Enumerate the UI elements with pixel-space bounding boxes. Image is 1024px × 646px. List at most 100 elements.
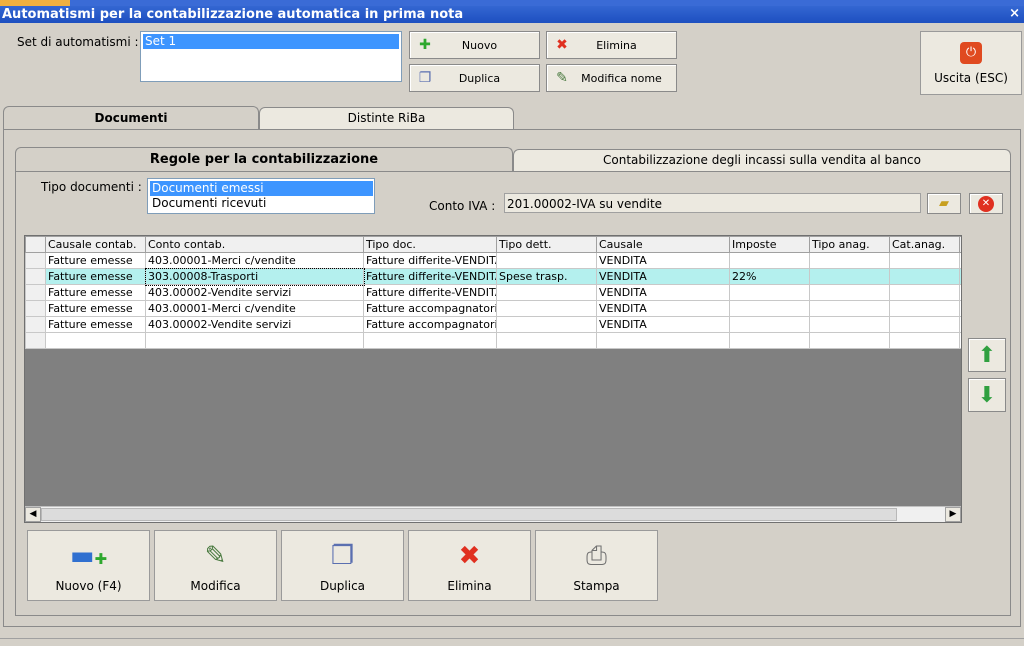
- table-cell[interactable]: [496, 316, 597, 333]
- column-header[interactable]: Tipo anag.: [809, 236, 890, 253]
- table-cell[interactable]: [889, 332, 960, 349]
- column-header[interactable]: Tipo doc.: [363, 236, 497, 253]
- tab-documenti[interactable]: Documenti: [3, 106, 259, 130]
- table-cell[interactable]: [809, 300, 890, 317]
- table-cell[interactable]: 403.00002-Vendite servizi: [145, 284, 364, 301]
- column-header[interactable]: Conto contab.: [145, 236, 364, 253]
- table-cell[interactable]: [729, 332, 810, 349]
- table-cell[interactable]: [145, 332, 364, 349]
- table-cell[interactable]: VENDITA: [596, 284, 730, 301]
- table-cell[interactable]: [889, 316, 960, 333]
- row-indicator[interactable]: [25, 300, 46, 317]
- table-cell[interactable]: VENDITA: [596, 316, 730, 333]
- table-cell[interactable]: [809, 252, 890, 269]
- tab-distinte-riba[interactable]: Distinte RiBa: [259, 107, 514, 129]
- set-listbox[interactable]: Set 1: [140, 31, 402, 82]
- column-header[interactable]: Cat.anag.: [889, 236, 960, 253]
- nuovo-button[interactable]: ▬✚ Nuovo (F4): [27, 530, 150, 601]
- table-cell[interactable]: Fatture differite-VENDITA: [363, 284, 497, 301]
- table-cell[interactable]: 403.00001-Merci c/vendite: [145, 252, 364, 269]
- table-row[interactable]: Fatture emesse 303.00008-Trasporti Fatture…: [25, 267, 961, 286]
- table-cell[interactable]: VENDITA: [596, 252, 730, 269]
- table-cell[interactable]: [363, 332, 497, 349]
- table-cell[interactable]: 403.00001-Merci c/vendite: [145, 300, 364, 317]
- tipo-documenti-item-ricevuti[interactable]: Documenti ricevuti: [148, 196, 374, 211]
- table-cell[interactable]: Fatture accompagnatori...: [363, 300, 497, 317]
- table-cell[interactable]: 303.00008-Trasporti: [144, 267, 365, 286]
- table-row[interactable]: Fatture emesse 403.00002-Vendite servizi F…: [25, 316, 961, 333]
- table-cell[interactable]: [496, 300, 597, 317]
- table-cell[interactable]: VENDITA: [596, 300, 730, 317]
- elimina-set-button[interactable]: ✖ Elimina: [546, 31, 677, 59]
- table-cell[interactable]: Spese trasp.: [496, 268, 597, 285]
- table-cell[interactable]: [959, 252, 961, 269]
- nuovo-set-button[interactable]: ✚ Nuovo: [409, 31, 540, 59]
- duplica-set-button[interactable]: ❐ Duplica: [409, 64, 540, 92]
- table-cell[interactable]: [809, 316, 890, 333]
- table-cell[interactable]: [959, 284, 961, 301]
- modifica-button[interactable]: ✎ Modifica: [154, 530, 277, 601]
- table-cell[interactable]: [809, 284, 890, 301]
- table-cell[interactable]: [959, 316, 961, 333]
- column-header[interactable]: I: [959, 236, 961, 253]
- table-cell[interactable]: [959, 268, 961, 285]
- move-down-icon[interactable]: ⬇: [968, 378, 1006, 412]
- row-indicator[interactable]: [25, 268, 46, 285]
- tab-regole[interactable]: Regole per la contabilizzazione: [15, 147, 513, 172]
- table-cell[interactable]: [959, 332, 961, 349]
- clear-conto-iva-button[interactable]: ✕: [969, 193, 1003, 214]
- table-cell[interactable]: Fatture differite-VENDITA: [363, 268, 497, 285]
- table-cell[interactable]: [889, 268, 960, 285]
- tab-contabilizzazione-incassi[interactable]: Contabilizzazione degli incassi sulla ve…: [513, 149, 1011, 171]
- table-cell[interactable]: Fatture emesse: [45, 252, 146, 269]
- row-indicator[interactable]: [25, 316, 46, 333]
- table-cell[interactable]: [729, 252, 810, 269]
- elimina-button[interactable]: ✖ Elimina: [408, 530, 531, 601]
- folder-icon[interactable]: ▰: [927, 193, 961, 214]
- table-cell[interactable]: VENDITA: [596, 268, 730, 285]
- table-cell[interactable]: [496, 284, 597, 301]
- table-cell[interactable]: [45, 332, 146, 349]
- column-header[interactable]: Tipo dett.: [496, 236, 597, 253]
- table-cell[interactable]: [809, 268, 890, 285]
- move-up-icon[interactable]: ⬆: [968, 338, 1006, 372]
- table-cell[interactable]: [889, 300, 960, 317]
- column-header[interactable]: Causale contab.: [45, 236, 146, 253]
- table-cell[interactable]: [496, 332, 597, 349]
- table-row[interactable]: Fatture emesse 403.00001-Merci c/vendite F…: [25, 300, 961, 317]
- table-cell[interactable]: [729, 316, 810, 333]
- empty-row[interactable]: [25, 332, 961, 349]
- table-cell[interactable]: [809, 332, 890, 349]
- table-cell[interactable]: [889, 284, 960, 301]
- table-cell[interactable]: [25, 332, 46, 349]
- scroll-left-icon[interactable]: ◀: [25, 507, 41, 522]
- close-icon[interactable]: ×: [1009, 6, 1020, 21]
- exit-button[interactable]: ⏻ Uscita (ESC): [920, 31, 1022, 95]
- table-row[interactable]: Fatture emesse 403.00002-Vendite servizi F…: [25, 284, 961, 301]
- table-cell[interactable]: [496, 252, 597, 269]
- column-header[interactable]: Imposte: [729, 236, 810, 253]
- row-indicator[interactable]: [25, 252, 46, 269]
- table-cell[interactable]: Fatture emesse: [45, 268, 146, 285]
- stampa-button[interactable]: ⎙ Stampa: [535, 530, 658, 601]
- table-cell[interactable]: Fatture emesse: [45, 316, 146, 333]
- column-header[interactable]: Causale: [596, 236, 730, 253]
- table-cell[interactable]: 403.00002-Vendite servizi: [145, 316, 364, 333]
- row-indicator[interactable]: [25, 284, 46, 301]
- modifica-nome-button[interactable]: ✎ Modifica nome: [546, 64, 677, 92]
- table-cell[interactable]: [729, 284, 810, 301]
- scroll-thumb[interactable]: [41, 508, 897, 521]
- table-row[interactable]: Fatture emesse 403.00001-Merci c/vendite F…: [25, 252, 961, 269]
- table-cell[interactable]: Fatture emesse: [45, 300, 146, 317]
- tipo-documenti-listbox[interactable]: Documenti emessi Documenti ricevuti: [147, 178, 375, 214]
- table-cell[interactable]: Fatture accompagnatori...: [363, 316, 497, 333]
- table-cell[interactable]: Fatture emesse: [45, 284, 146, 301]
- set-item[interactable]: Set 1: [143, 34, 399, 49]
- table-cell[interactable]: 22%: [729, 268, 810, 285]
- table-cell[interactable]: [959, 300, 961, 317]
- table-cell[interactable]: [729, 300, 810, 317]
- horizontal-scrollbar[interactable]: ◀ ▶: [25, 506, 961, 522]
- scroll-right-icon[interactable]: ▶: [945, 507, 961, 522]
- table-cell[interactable]: [596, 332, 730, 349]
- table-cell[interactable]: Fatture differite-VENDITA: [363, 252, 497, 269]
